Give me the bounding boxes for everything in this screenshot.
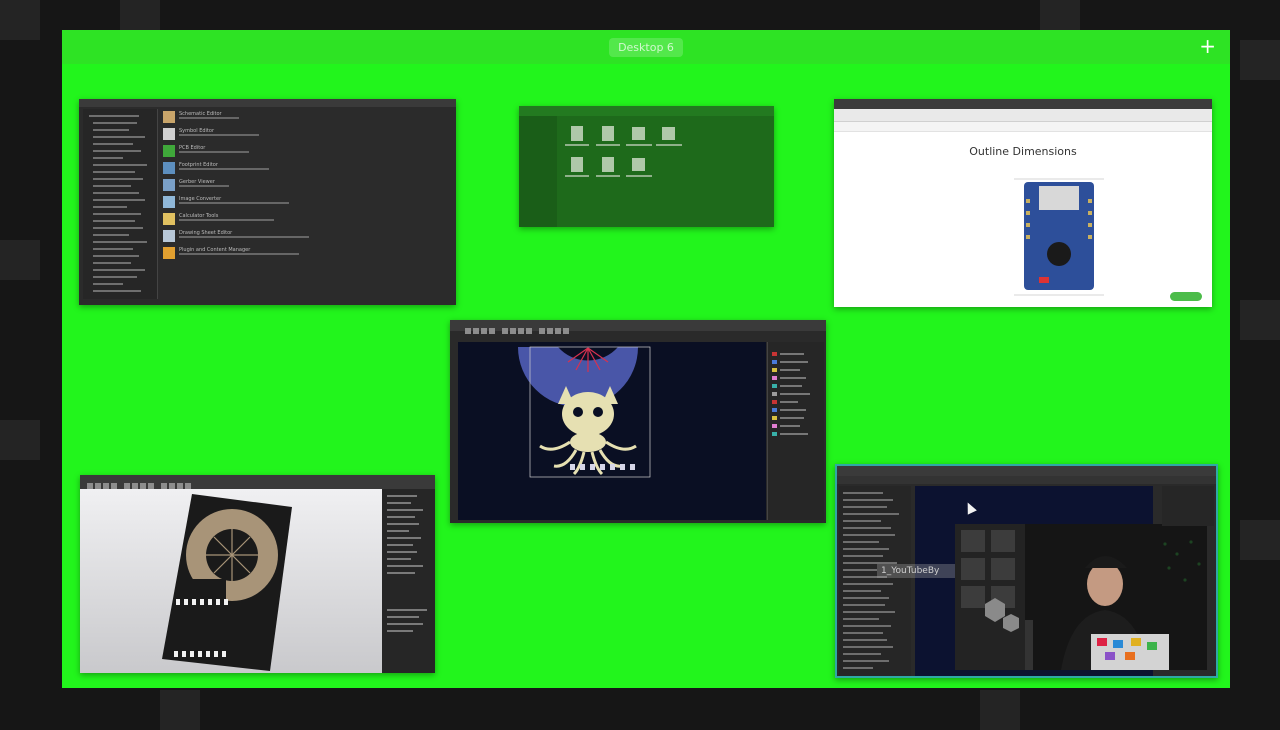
microphone-arm — [1025, 620, 1033, 670]
cap — [1085, 556, 1127, 568]
launcher-item[interactable]: Calculator Tools — [163, 213, 443, 230]
pcb-editor-window[interactable] — [450, 320, 826, 523]
pcb-icon — [163, 145, 175, 157]
board-drawing — [1014, 178, 1104, 296]
pcb-canvas[interactable] — [458, 342, 766, 520]
layers-panel[interactable] — [767, 342, 824, 520]
drawing-sheet-icon — [163, 230, 175, 242]
image-converter-icon — [163, 196, 175, 208]
kicad-project-window[interactable]: Schematic Editor Symbol Editor PCB Edito… — [79, 99, 456, 305]
launcher-item[interactable]: Schematic Editor — [163, 111, 443, 128]
viewer-toolbar — [80, 475, 435, 489]
window-titlebar — [837, 466, 1216, 476]
chat-badge[interactable] — [1170, 292, 1202, 301]
plugin-manager-icon — [163, 247, 175, 259]
led — [1039, 277, 1049, 283]
pcb-stream-window[interactable]: 1_YouTubeBy — [835, 464, 1218, 678]
browser-window[interactable]: Outline Dimensions — [834, 99, 1212, 307]
spaces-bar: Desktop 6 + — [62, 30, 1230, 64]
file-icons — [565, 126, 682, 177]
window-titlebar — [79, 99, 456, 107]
tree-lines — [89, 115, 147, 292]
3d-board-render — [162, 494, 292, 671]
launcher-item[interactable]: Image Converter — [163, 196, 443, 213]
launcher-item[interactable]: Symbol Editor — [163, 128, 443, 145]
stream-overlay-label: 1_YouTubeBy — [877, 564, 963, 578]
desktop-label[interactable]: Desktop 6 — [609, 38, 683, 57]
launcher-item[interactable]: PCB Editor — [163, 145, 443, 162]
footprint-icon — [163, 162, 175, 174]
right-panel — [1162, 486, 1214, 526]
launcher-item[interactable]: Drawing Sheet Editor — [163, 230, 443, 247]
window-toolbar — [837, 476, 1216, 484]
launcher-list: Schematic Editor Symbol Editor PCB Edito… — [163, 111, 443, 264]
file-browser-window[interactable] — [519, 106, 774, 227]
gerber-icon — [163, 179, 175, 191]
usb-connector — [1039, 186, 1079, 210]
project-tree — [83, 109, 158, 299]
layer-swatches — [772, 352, 810, 436]
mission-control-desktop: Desktop 6 + Schematic Editor Symbol Edit… — [62, 30, 1230, 688]
viewer-panel[interactable] — [382, 489, 435, 673]
launcher-item[interactable]: Footprint Editor — [163, 162, 443, 179]
calculator-icon — [163, 213, 175, 225]
pcb-toolbar — [450, 320, 826, 334]
schematic-icon — [163, 111, 175, 123]
launcher-item[interactable]: Plugin and Content Manager — [163, 247, 443, 264]
add-desktop-button[interactable]: + — [1199, 35, 1216, 57]
person-face — [1087, 562, 1123, 606]
appearance-list — [387, 495, 427, 632]
pcb-artwork — [518, 346, 651, 478]
netlist-lines — [843, 492, 899, 669]
netlist-panel — [839, 486, 911, 676]
3d-viewer-window[interactable] — [80, 475, 435, 673]
webcam-scene — [955, 524, 1201, 670]
webcam-feed — [955, 524, 1207, 670]
chip — [1047, 242, 1071, 266]
symbol-icon — [163, 128, 175, 140]
viewer-canvas[interactable] — [80, 489, 382, 673]
launcher-item[interactable]: Gerber Viewer — [163, 179, 443, 196]
